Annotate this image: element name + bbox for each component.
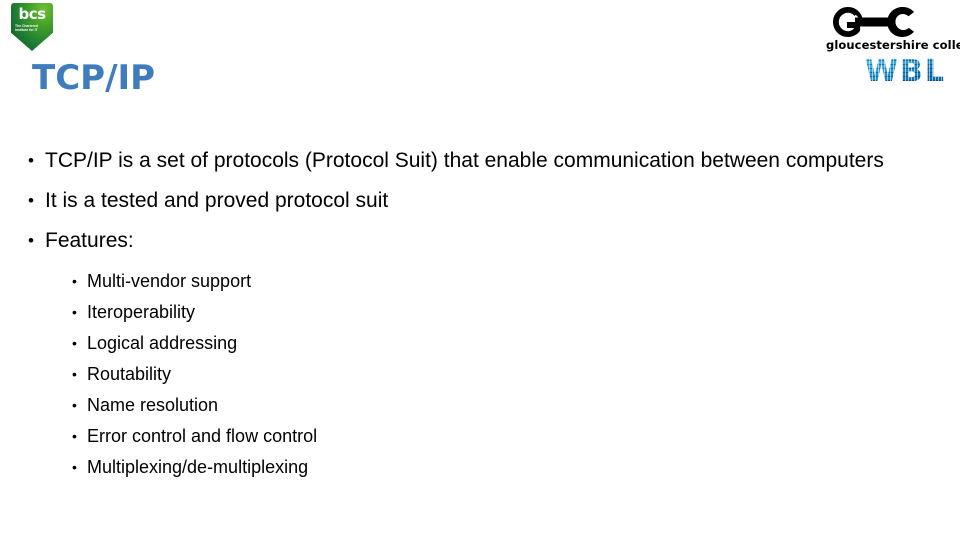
list-item-label: Name resolution (87, 395, 219, 415)
bullet-marker-icon: • (72, 304, 77, 320)
list-item-label: Routability (87, 364, 172, 384)
list-item: • TCP/IP is a set of protocols (Protocol… (28, 146, 890, 175)
bullet-marker-icon: • (72, 459, 77, 475)
bullet-marker-icon: • (72, 428, 77, 444)
list-item-label: Features: (45, 229, 134, 252)
list-item: • Logical addressing (72, 328, 890, 359)
bullet-marker-icon: • (72, 273, 77, 289)
bcs-tagline: The Chartered Institute for IT (15, 24, 38, 33)
list-item-label: It is a tested and proved protocol suit (45, 189, 389, 212)
bullet-marker-icon: • (28, 191, 34, 210)
list-item-label: TCP/IP is a set of protocols (Protocol S… (45, 149, 884, 172)
features-list: • Multi-vendor support • Iteroperability… (72, 266, 890, 483)
presentation-slide: bcs The Chartered Institute for IT glouc… (0, 0, 960, 540)
wbl-wordmark: WBL (848, 55, 946, 89)
bullet-marker-icon: • (72, 335, 77, 351)
gloucestershire-college-logo: gloucestershire college (826, 6, 960, 54)
bullet-marker-icon: • (72, 366, 77, 382)
list-item-label: Logical addressing (87, 333, 238, 353)
list-item: • Features: (28, 226, 890, 255)
list-item-label: Multi-vendor support (87, 271, 252, 291)
list-item-label: Multiplexing/de-multiplexing (87, 457, 309, 477)
bullet-marker-icon: • (72, 397, 77, 413)
list-item: • Multi-vendor support (72, 266, 890, 297)
bullet-marker-icon: • (28, 231, 34, 250)
slide-body: • TCP/IP is a set of protocols (Protocol… (28, 146, 890, 483)
bcs-logo: bcs The Chartered Institute for IT (11, 3, 53, 51)
wbl-logo: WBL (848, 55, 946, 89)
list-item-label: Iteroperability (87, 302, 196, 322)
bcs-wordmark: bcs (18, 5, 46, 23)
page-title: TCP/IP (32, 58, 156, 98)
list-item: • Error control and flow control (72, 421, 890, 452)
list-item: • Name resolution (72, 390, 890, 421)
gc-monogram-icon (826, 6, 948, 38)
list-item: • Routability (72, 359, 890, 390)
list-item: • Iteroperability (72, 297, 890, 328)
bullet-marker-icon: • (28, 151, 34, 170)
list-item: • Multiplexing/de-multiplexing (72, 452, 890, 483)
list-item: • It is a tested and proved protocol sui… (28, 186, 890, 215)
gc-name-label: gloucestershire college (826, 38, 960, 52)
list-item-label: Error control and flow control (87, 426, 318, 446)
